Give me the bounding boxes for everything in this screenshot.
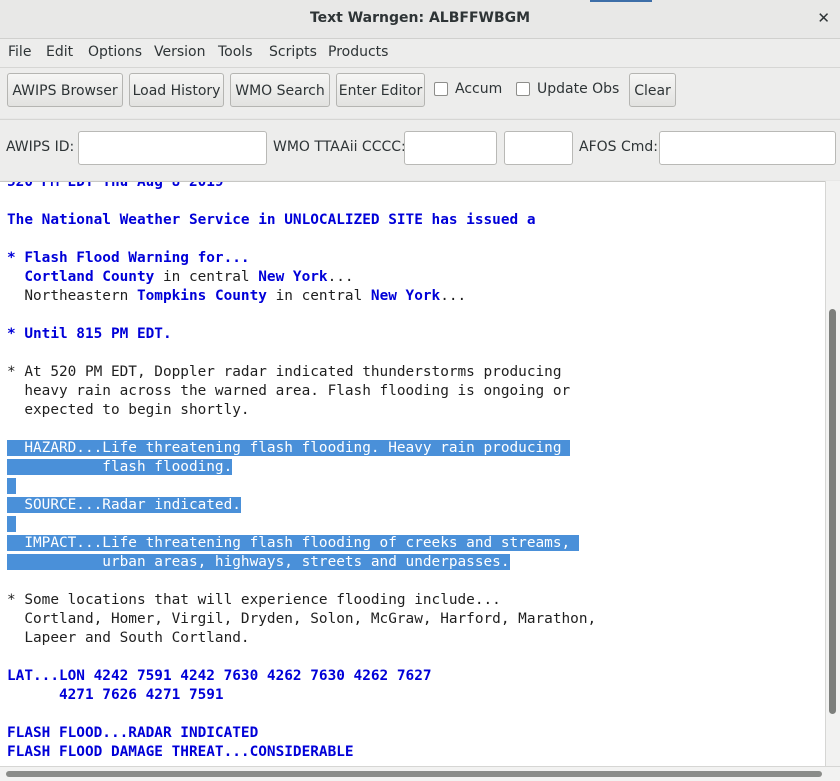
wmo-cccc-input[interactable] [504,131,573,165]
load-history-button[interactable]: Load History [129,73,224,107]
body-text: expected to begin shortly. [7,402,250,418]
titlebar-accent [590,0,652,2]
body-text: in central [266,288,371,304]
horizontal-scrollbar-thumb[interactable] [6,771,822,777]
keyword-text: FLASH FLOOD...RADAR INDICATED [7,725,259,741]
text-line [7,192,596,211]
menu-bar: File Edit Options Version Tools Scripts … [0,39,840,68]
update-obs-label[interactable]: Update Obs [537,81,619,97]
text-line: FLASH FLOOD...RADAR INDICATED [7,724,596,743]
text-line: HAZARD...Life threatening flash flooding… [7,439,596,458]
body-text: Northeastern [7,288,137,304]
keyword-text: * Flash Flood Warning for... [7,250,250,266]
afos-cmd-label: AFOS Cmd: [579,139,659,155]
menu-tools[interactable]: Tools [218,44,253,60]
body-text: in central [154,269,259,285]
keyword-text: The National Weather Service in UNLOCALI… [7,212,536,228]
text-line [7,705,596,724]
wmo-ttaaii-input[interactable] [404,131,497,165]
selected-text: IMPACT...Life threatening flash flooding… [7,535,579,551]
wmo-ttaaii-cccc-label: WMO TTAAii CCCC: [273,139,406,155]
keyword-text: * Until 815 PM EDT. [7,326,172,342]
text-line: * Some locations that will experience fl… [7,591,596,610]
update-obs-checkbox[interactable] [516,82,530,96]
afos-cmd-input[interactable] [659,131,836,165]
selected-text: flash flooding. [7,459,233,475]
text-line: SOURCE...Radar indicated. [7,496,596,515]
body-text: ... [327,269,354,285]
vertical-scrollbar[interactable] [825,181,840,766]
body-text: heavy rain across the warned area. Flash… [7,383,571,399]
window-title: Text Warngen: ALBFFWBGM [309,10,531,26]
text-line: FLASH FLOOD DAMAGE THREAT...CONSIDERABLE [7,743,596,762]
text-line [7,648,596,667]
keyword-text: LAT...LON 4242 7591 4242 7630 4262 7630 … [7,668,432,684]
text-line: LAT...LON 4242 7591 4242 7630 4262 7630 … [7,667,596,686]
body-text: Cortland, Homer, Virgil, Dryden, Solon, … [7,611,597,627]
accum-checkbox[interactable] [434,82,448,96]
selected-text [7,516,16,532]
product-text-lines: 520 PM EDT Thu Aug 8 2019 The National We… [7,181,596,762]
text-line: Lapeer and South Cortland. [7,629,596,648]
body-text: * At 520 PM EDT, Doppler radar indicated… [7,364,562,380]
awips-id-input[interactable] [78,131,267,165]
keyword-text: 520 PM EDT Thu Aug 8 2019 [7,181,224,190]
keyword-text: New York [258,269,328,285]
selected-text: SOURCE...Radar indicated. [7,497,241,513]
body-text: Lapeer and South Cortland. [7,630,250,646]
vertical-scrollbar-thumb[interactable] [829,309,836,714]
text-line: expected to begin shortly. [7,401,596,420]
keyword-text: Tompkins County [136,288,267,304]
text-line: IMPACT...Life threatening flash flooding… [7,534,596,553]
keyword-text: New York [370,288,441,304]
menu-options[interactable]: Options [88,44,142,60]
text-line: Cortland County in central New York... [7,268,596,287]
text-line: * At 520 PM EDT, Doppler radar indicated… [7,363,596,382]
window-titlebar: Text Warngen: ALBFFWBGM ✕ [0,0,840,39]
text-line: The National Weather Service in UNLOCALI… [7,211,596,230]
text-line [7,477,596,496]
menu-version[interactable]: Version [154,44,205,60]
menu-products[interactable]: Products [328,44,388,60]
selected-text: HAZARD...Life threatening flash flooding… [7,440,571,456]
menu-scripts[interactable]: Scripts [269,44,317,60]
keyword-text: 4271 7626 4271 7591 [7,687,224,703]
menu-edit[interactable]: Edit [46,44,73,60]
body-text: * Some locations that will experience fl… [7,592,501,608]
text-line [7,230,596,249]
text-line [7,515,596,534]
text-line: Cortland, Homer, Virgil, Dryden, Solon, … [7,610,596,629]
keyword-text: FLASH FLOOD DAMAGE THREAT...CONSIDERABLE [7,744,354,760]
text-line: 4271 7626 4271 7591 [7,686,596,705]
accum-label[interactable]: Accum [455,81,502,97]
keyword-text: Cortland County [24,269,155,285]
toolbar: AWIPS Browser Load History WMO Search En… [0,68,840,118]
text-line [7,306,596,325]
clear-button[interactable]: Clear [629,73,676,107]
text-line: flash flooding. [7,458,596,477]
awips-browser-button[interactable]: AWIPS Browser [7,73,123,107]
wmo-search-button[interactable]: WMO Search [230,73,330,107]
text-line [7,420,596,439]
body-text: ... [440,288,467,304]
product-text-area[interactable]: 520 PM EDT Thu Aug 8 2019 The National We… [0,181,825,767]
enter-editor-button[interactable]: Enter Editor [336,73,425,107]
id-row: AWIPS ID: WMO TTAAii CCCC: AFOS Cmd: [0,119,840,180]
text-line: Northeastern Tompkins County in central … [7,287,596,306]
close-icon[interactable]: ✕ [817,9,830,27]
text-line: urban areas, highways, streets and under… [7,553,596,572]
horizontal-scrollbar[interactable] [0,766,840,781]
text-line: * Until 815 PM EDT. [7,325,596,344]
selected-text [7,478,16,494]
awips-id-label: AWIPS ID: [6,139,75,155]
selected-text: urban areas, highways, streets and under… [7,554,510,570]
body-text [7,269,24,285]
menu-file[interactable]: File [8,44,31,60]
text-line: heavy rain across the warned area. Flash… [7,382,596,401]
text-line: * Flash Flood Warning for... [7,249,596,268]
text-line [7,572,596,591]
text-line: 520 PM EDT Thu Aug 8 2019 [7,181,596,192]
text-line [7,344,596,363]
